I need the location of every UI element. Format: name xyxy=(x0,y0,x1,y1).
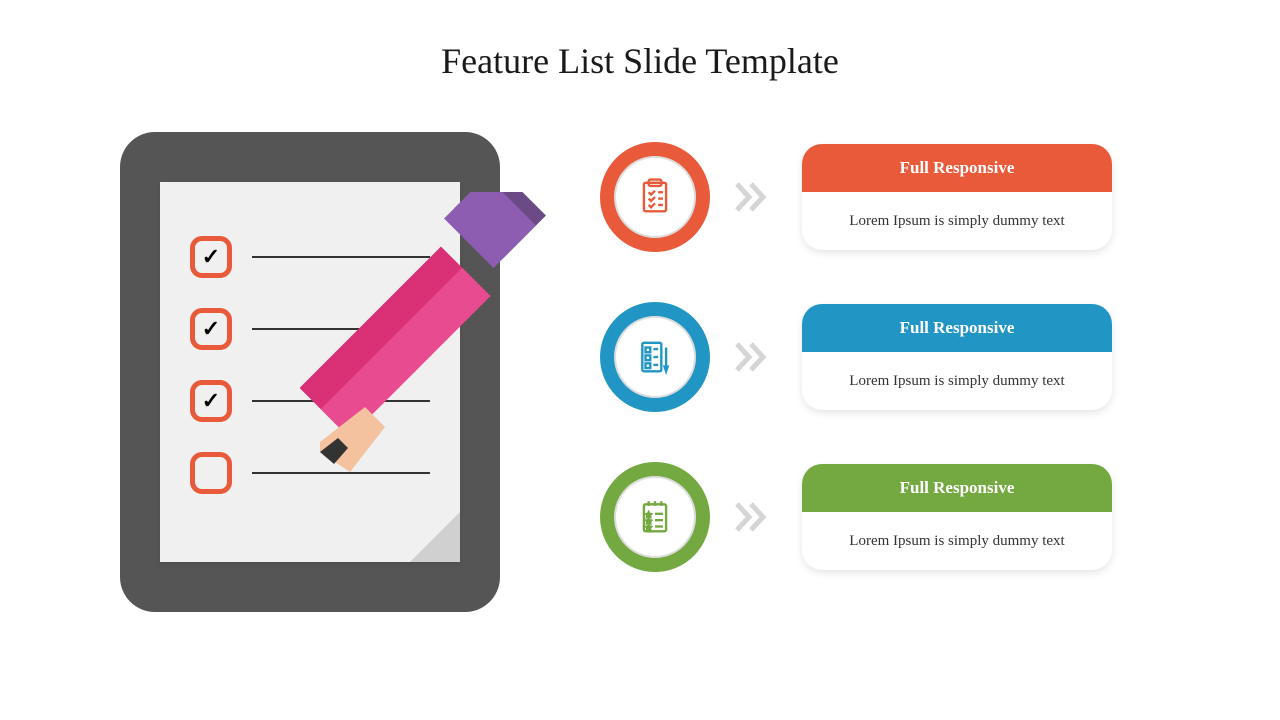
feature-card: Full Responsive Lorem Ipsum is simply du… xyxy=(802,144,1112,251)
feature-card: Full Responsive Lorem Ipsum is simply du… xyxy=(802,304,1112,411)
chevron-right-icon xyxy=(735,182,777,212)
checkbox-icon: ✓ xyxy=(190,380,232,422)
feature-card-description: Lorem Ipsum is simply dummy text xyxy=(802,352,1112,411)
features-column: Full Responsive Lorem Ipsum is simply du… xyxy=(600,132,1180,612)
feature-card: Full Responsive Lorem Ipsum is simply du… xyxy=(802,464,1112,571)
feature-row: Full Responsive Lorem Ipsum is simply du… xyxy=(600,302,1180,412)
feature-card-title: Full Responsive xyxy=(802,464,1112,512)
feature-card-description: Lorem Ipsum is simply dummy text xyxy=(802,512,1112,571)
paper-fold-icon xyxy=(410,512,460,562)
feature-badge-inner xyxy=(614,316,696,398)
checklist-line xyxy=(252,472,430,474)
feature-row: Full Responsive Lorem Ipsum is simply du… xyxy=(600,462,1180,572)
document-pencil-icon xyxy=(636,338,674,376)
checklist-illustration: ✓ ✓ ✓ xyxy=(100,132,540,612)
feature-card-title: Full Responsive xyxy=(802,144,1112,192)
pencil-icon xyxy=(300,192,580,472)
feature-badge xyxy=(600,302,710,412)
main-content: ✓ ✓ ✓ xyxy=(0,132,1280,612)
checkbox-icon: ✓ xyxy=(190,308,232,350)
feature-badge xyxy=(600,462,710,572)
feature-badge-inner xyxy=(614,156,696,238)
feature-row: Full Responsive Lorem Ipsum is simply du… xyxy=(600,142,1180,252)
feature-card-description: Lorem Ipsum is simply dummy text xyxy=(802,192,1112,251)
feature-card-title: Full Responsive xyxy=(802,304,1112,352)
notepad-star-icon xyxy=(636,498,674,536)
feature-badge xyxy=(600,142,710,252)
slide-title: Feature List Slide Template xyxy=(0,0,1280,82)
checkbox-icon xyxy=(190,452,232,494)
checkbox-icon: ✓ xyxy=(190,236,232,278)
feature-badge-inner xyxy=(614,476,696,558)
chevron-right-icon xyxy=(735,342,777,372)
chevron-right-icon xyxy=(735,502,777,532)
clipboard-check-icon xyxy=(636,178,674,216)
